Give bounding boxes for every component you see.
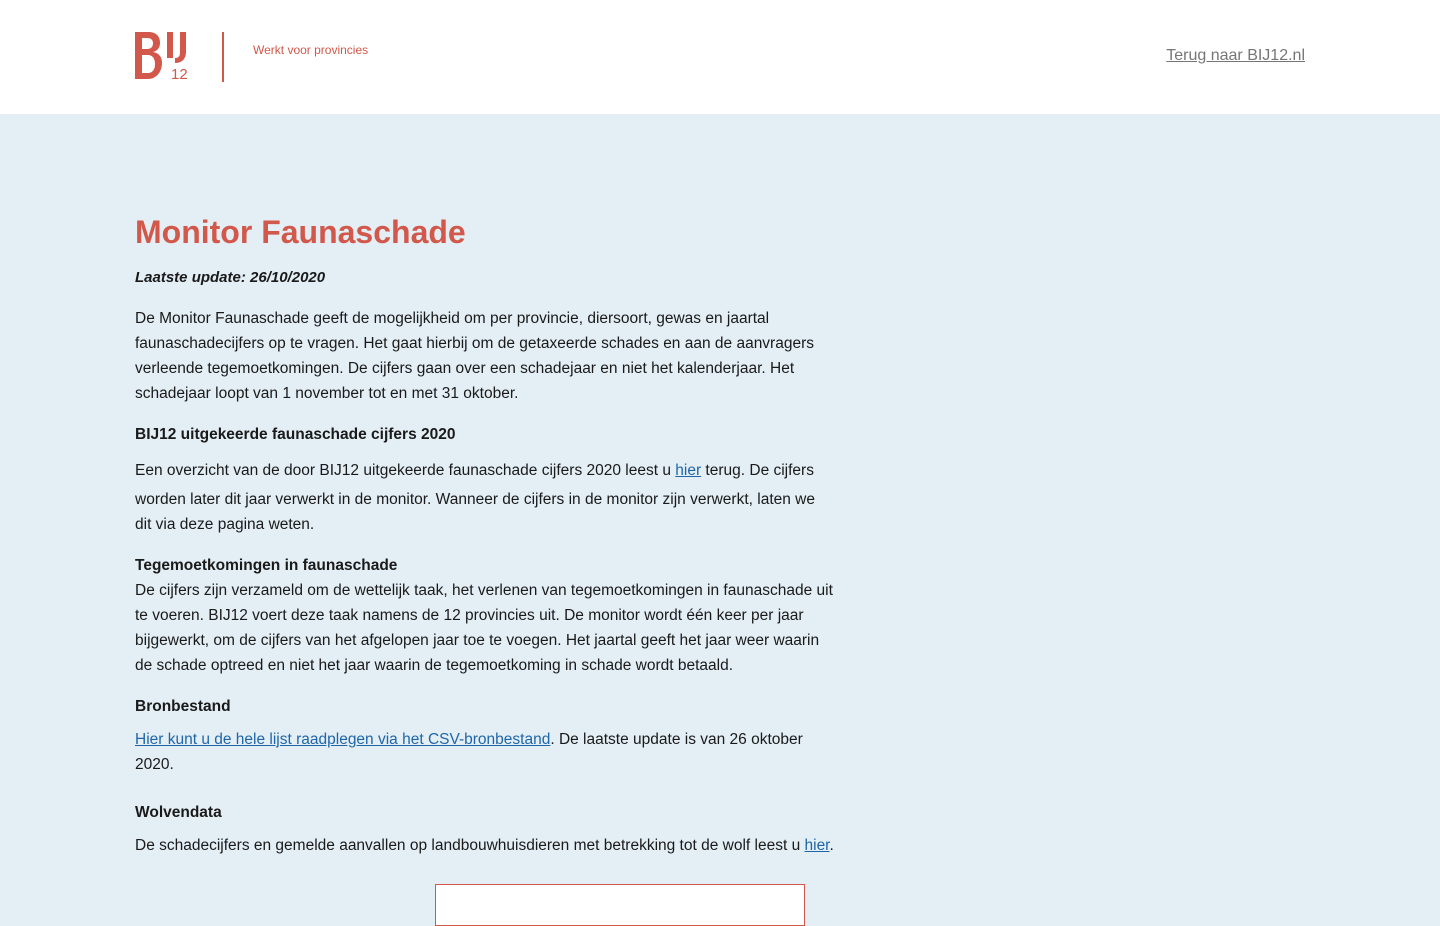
site-header: 12 Werkt voor provincies Terug naar BIJ1… <box>0 0 1440 114</box>
section-text-tegemoetkomingen: De cijfers zijn verzameld om de wettelij… <box>135 582 833 674</box>
section-heading-bronbestand: Bronbestand <box>135 698 231 715</box>
logo-tagline: Werkt voor provincies <box>253 43 369 57</box>
csv-bronbestand-link[interactable]: Hier kunt u de hele lijst raadplegen via… <box>135 731 550 748</box>
intro-paragraph: De Monitor Faunaschade geeft de mogelijk… <box>135 310 814 402</box>
section-text-wolvendata: De schadecijfers en gemelde aanvallen op… <box>135 833 835 858</box>
hier-link-uitgekeerde-cijfers[interactable]: hier <box>675 462 701 479</box>
bij12-logo-mark: 12 <box>135 32 188 83</box>
main-content: Monitor Faunaschade Laatste update: 26/1… <box>135 210 835 858</box>
last-update: Laatste update: 26/10/2020 <box>135 269 326 286</box>
section-text-uitgekeerde-cijfers: Een overzicht van de door BIJ12 uitgekee… <box>135 455 835 537</box>
svg-text:12: 12 <box>171 66 188 83</box>
dashboard-card[interactable] <box>435 884 805 926</box>
hier-link-wolvendata[interactable]: hier <box>805 837 830 854</box>
section-heading-uitgekeerde-cijfers: BIJ12 uitgekeerde faunaschade cijfers 20… <box>135 426 456 443</box>
section-text-part: Een overzicht van de door BIJ12 uitgekee… <box>135 462 676 479</box>
logo-divider <box>222 32 224 82</box>
section-heading-tegemoetkomingen: Tegemoetkomingen in faunaschade <box>135 557 398 574</box>
back-to-bij12-link[interactable]: Terug naar BIJ12.nl <box>1166 47 1305 65</box>
section-text-part: De schadecijfers en gemelde aanvallen op… <box>135 837 805 854</box>
section-text-bronbestand: Hier kunt u de hele lijst raadplegen via… <box>135 727 835 777</box>
section-text-part: . <box>829 837 834 854</box>
page-title: Monitor Faunaschade <box>135 214 466 250</box>
bij12-logo[interactable]: 12 Werkt voor provincies <box>134 30 374 86</box>
section-heading-wolvendata: Wolvendata <box>135 804 222 821</box>
